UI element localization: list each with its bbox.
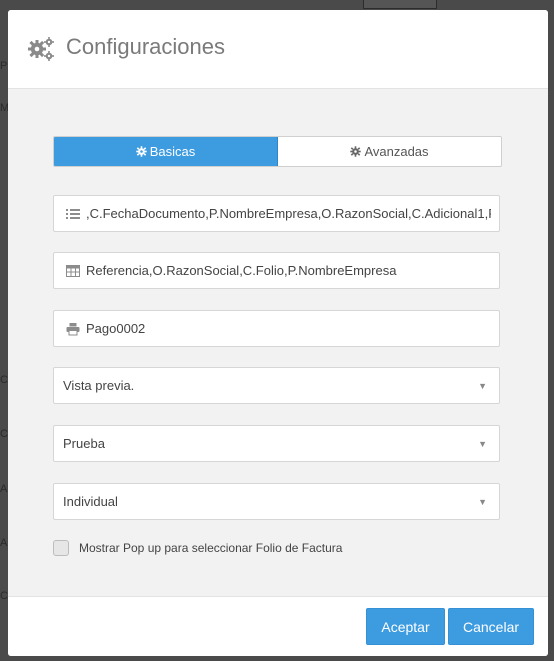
order-value: Referencia,O.RazonSocial,C.Folio,P.Nombr… [86,263,397,278]
caret-down-icon: ▼ [478,496,487,507]
configuration-dialog: Configuraciones Basicas Avanzadas ,C.Fec… [8,10,548,656]
gear-icon [350,146,362,157]
caret-down-icon: ▼ [478,380,487,391]
dialog-title: Configuraciones [66,34,225,59]
tab-avanzadas-label: Avanzadas [364,144,429,159]
output-select-value: Vista previa. [63,378,135,393]
popup-folio-checkbox[interactable] [53,540,69,556]
cancel-button[interactable]: Cancelar [448,608,534,645]
mode-select-value: Individual [63,494,118,509]
tab-basicas-label: Basicas [149,144,196,159]
background-text: A [0,483,8,495]
order-field[interactable]: Referencia,O.RazonSocial,C.Folio,P.Nombr… [53,252,500,289]
list-icon [66,208,80,219]
background-text: C [0,374,8,386]
gear-icon [136,146,147,157]
settings-tabs: Basicas Avanzadas [53,136,502,167]
background-button [363,0,437,9]
dialog-footer: Aceptar Cancelar [8,596,548,656]
popup-folio-label[interactable]: Mostrar Pop up para seleccionar Folio de… [79,541,342,555]
background-text: A [0,537,8,549]
tab-avanzadas[interactable]: Avanzadas [278,137,501,166]
mode-select[interactable]: Individual ▼ [53,483,500,520]
environment-select-value: Prueba [63,436,105,451]
tab-basicas[interactable]: Basicas [54,137,278,166]
columns-field[interactable]: ,C.FechaDocumento,P.NombreEmpresa,O.Razo… [53,195,500,232]
table-icon [66,264,80,277]
background-text: C [0,428,8,440]
columns-value: ,C.FechaDocumento,P.NombreEmpresa,O.Razo… [86,206,491,221]
accept-button[interactable]: Aceptar [366,608,445,645]
environment-select[interactable]: Prueba ▼ [53,425,500,462]
dialog-body: Basicas Avanzadas ,C.FechaDocumento,P.No… [8,89,548,596]
gears-icon [28,37,54,61]
output-select[interactable]: Vista previa. ▼ [53,367,500,404]
background-text: P [0,60,8,72]
popup-folio-option: Mostrar Pop up para seleccionar Folio de… [53,540,342,556]
print-format-value: Pago0002 [86,321,146,336]
print-icon [66,322,80,335]
print-format-field[interactable]: Pago0002 [53,310,500,347]
caret-down-icon: ▼ [478,438,487,449]
dialog-header: Configuraciones [8,10,548,89]
background-text: C [0,590,8,602]
